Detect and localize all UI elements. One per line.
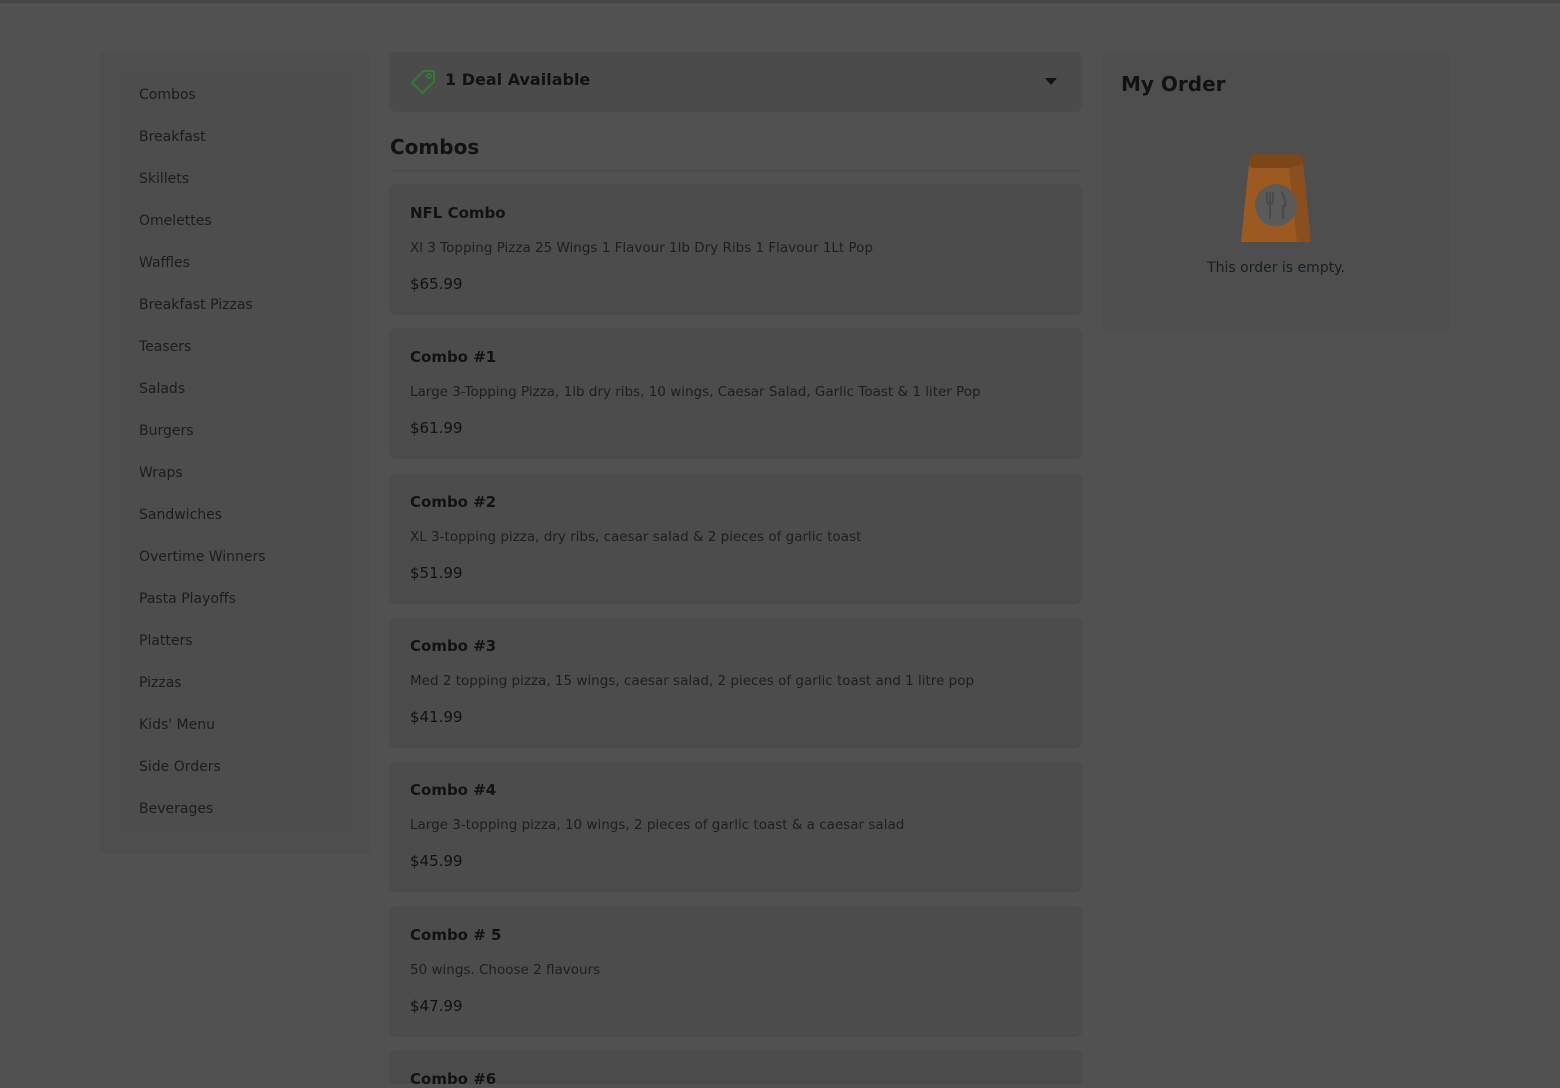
- menu-item-card[interactable]: Combo #3 Med 2 topping pizza, 15 wings, …: [390, 617, 1081, 746]
- sidebar-item-platters[interactable]: Platters: [120, 622, 350, 660]
- menu-item-price: $45.99: [410, 852, 463, 870]
- menu-item-description: Med 2 topping pizza, 15 wings, caesar sa…: [410, 673, 975, 689]
- menu-item-price: $51.99: [410, 564, 463, 582]
- sidebar-item-side-orders[interactable]: Side Orders: [120, 748, 350, 786]
- sidebar-item-omelettes[interactable]: Omelettes: [120, 202, 350, 240]
- sidebar-item-beverages[interactable]: Beverages: [120, 790, 350, 828]
- menu-item-price: $41.99: [410, 708, 463, 726]
- section-title: Combos: [390, 135, 480, 159]
- sidebar-item-combos[interactable]: Combos: [120, 76, 350, 114]
- menu-item-description: Large 3-Topping Pizza, 1lb dry ribs, 10 …: [410, 384, 981, 400]
- menu-item-name: Combo #4: [410, 781, 497, 799]
- sidebar-item-skillets[interactable]: Skillets: [120, 160, 350, 198]
- deals-dropdown[interactable]: 1 Deal Available: [390, 52, 1081, 110]
- sidebar-item-kids-menu[interactable]: Kids' Menu: [120, 706, 350, 744]
- sidebar-item-pizzas[interactable]: Pizzas: [120, 664, 350, 702]
- sidebar-item-breakfast-pizzas[interactable]: Breakfast Pizzas: [120, 286, 350, 324]
- menu-item-name: Combo #6: [410, 1070, 497, 1088]
- sidebar-item-burgers[interactable]: Burgers: [120, 412, 350, 450]
- sidebar-item-pasta-playoffs[interactable]: Pasta Playoffs: [120, 580, 350, 618]
- sidebar-item-teasers[interactable]: Teasers: [120, 328, 350, 366]
- sidebar-item-breakfast[interactable]: Breakfast: [120, 118, 350, 156]
- menu-item-price: $47.99: [410, 997, 463, 1015]
- menu-item-description: 50 wings. Choose 2 flavours: [410, 962, 601, 978]
- menu-item-card[interactable]: Combo #2 XL 3-topping pizza, dry ribs, c…: [390, 473, 1081, 602]
- menu-item-price: $65.99: [410, 275, 463, 293]
- menu-item-name: Combo #1: [410, 348, 497, 366]
- menu-item-card[interactable]: Combo #1 Large 3-Topping Pizza, 1lb dry …: [390, 328, 1081, 457]
- menu-item-card[interactable]: Combo #4 Large 3-topping pizza, 10 wings…: [390, 761, 1081, 890]
- menu-item-price: $61.99: [410, 419, 463, 437]
- category-sidebar: Combos Breakfast Skillets Omelettes Waff…: [100, 52, 370, 854]
- menu-item-description: XL 3-topping pizza, dry ribs, caesar sal…: [410, 529, 862, 545]
- menu-item-name: Combo # 5: [410, 926, 502, 944]
- chevron-down-icon[interactable]: [1045, 78, 1057, 85]
- menu-item-card[interactable]: Combo # 5 50 wings. Choose 2 flavours $4…: [390, 906, 1081, 1035]
- top-strip: [0, 0, 1560, 3]
- deals-label: 1 Deal Available: [445, 70, 591, 89]
- empty-order-message: This order is empty.: [1207, 260, 1345, 276]
- order-title: My Order: [1121, 72, 1226, 96]
- menu-item-description: Large 3-topping pizza, 10 wings, 2 piece…: [410, 817, 905, 833]
- menu-item-card[interactable]: NFL Combo Xl 3 Topping Pizza 25 Wings 1 …: [390, 184, 1081, 313]
- sidebar-item-sandwiches[interactable]: Sandwiches: [120, 496, 350, 534]
- section-divider: [390, 170, 1081, 171]
- menu-item-name: NFL Combo: [410, 204, 506, 222]
- bag-icon: [1229, 152, 1323, 246]
- tag-icon: [409, 68, 437, 96]
- order-panel: My Order This order is empty.: [1101, 52, 1451, 332]
- menu-item-name: Combo #2: [410, 493, 497, 511]
- menu-item-name: Combo #3: [410, 637, 497, 655]
- sidebar-item-salads[interactable]: Salads: [120, 370, 350, 408]
- sidebar-item-wraps[interactable]: Wraps: [120, 454, 350, 492]
- menu-item-description: Xl 3 Topping Pizza 25 Wings 1 Flavour 1l…: [410, 240, 874, 256]
- sidebar-item-waffles[interactable]: Waffles: [120, 244, 350, 282]
- sidebar-item-overtime-winners[interactable]: Overtime Winners: [120, 538, 350, 576]
- menu-item-card[interactable]: Combo #6: [390, 1050, 1081, 1088]
